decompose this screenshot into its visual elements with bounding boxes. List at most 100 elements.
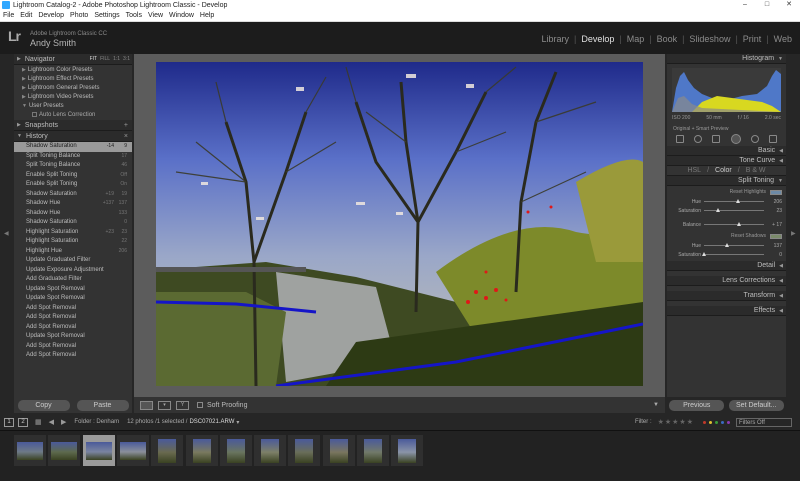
slider-knob[interactable]	[702, 252, 706, 256]
history-item[interactable]: Shadow Saturation 0	[14, 218, 132, 228]
lens-corrections-header[interactable]: Lens Corrections ◀	[667, 276, 786, 286]
tab-color[interactable]: Color	[715, 167, 732, 174]
menu-settings[interactable]: Settings	[94, 12, 119, 19]
close-button[interactable]: ✕	[778, 0, 800, 10]
selected-filename[interactable]: DSC07021.ARW	[189, 419, 234, 425]
soft-proofing-checkbox[interactable]	[197, 402, 203, 408]
clear-history-button[interactable]: ×	[124, 133, 128, 140]
detail-header[interactable]: Detail ◀	[667, 261, 786, 271]
filmstrip-thumbnail[interactable]	[219, 435, 252, 466]
color-label-filter[interactable]	[721, 420, 724, 424]
slider-track[interactable]	[704, 222, 764, 226]
menu-edit[interactable]: Edit	[20, 12, 32, 19]
menu-tools[interactable]: Tools	[126, 12, 142, 19]
preset-folder[interactable]: ▶ Lightroom Effect Presets	[14, 75, 132, 84]
module-web[interactable]: Web	[774, 34, 792, 44]
loupe-view-icon[interactable]	[140, 400, 153, 410]
slider-value[interactable]: 137	[764, 243, 782, 249]
history-item[interactable]: Highlight Hue 206	[14, 247, 132, 257]
histogram[interactable]: ISO 200 50 mm f / 16 2.0 sec	[667, 64, 786, 126]
filmstrip-thumbnail[interactable]	[254, 435, 287, 466]
slider-track[interactable]	[704, 199, 764, 203]
history-item[interactable]: Add Spot Removal	[14, 351, 132, 361]
collapse-right-arrow-icon[interactable]: ▶	[791, 230, 796, 237]
menu-view[interactable]: View	[148, 12, 163, 19]
effects-header[interactable]: Effects ◀	[667, 306, 786, 316]
filename-dropdown-icon[interactable]: ▾	[236, 419, 239, 426]
filmstrip-thumbnail[interactable]	[82, 435, 115, 466]
filmstrip-thumbnail[interactable]	[288, 435, 321, 466]
toolbar-menu-icon[interactable]: ▼	[653, 402, 659, 408]
forward-arrow-icon[interactable]: ▶	[61, 418, 66, 426]
compare-view-icon[interactable]: ▾	[158, 400, 171, 410]
radial-filter-icon[interactable]	[750, 135, 759, 143]
filmstrip-thumbnail[interactable]	[14, 435, 46, 466]
slider-value[interactable]: + 17	[764, 222, 782, 228]
color-label-filter[interactable]	[715, 420, 718, 424]
shadow-saturation-slider[interactable]: Saturation 0	[671, 250, 782, 259]
history-item[interactable]: Update Spot Removal	[14, 332, 132, 342]
module-slideshow[interactable]: Slideshow	[689, 34, 730, 44]
history-item[interactable]: Add Spot Removal	[14, 304, 132, 314]
photo-preview[interactable]	[156, 62, 643, 386]
slider-knob[interactable]	[715, 208, 720, 212]
history-item[interactable]: Split Toning Balance 46	[14, 161, 132, 171]
slider-value[interactable]: 23	[764, 208, 782, 214]
main-screen-button[interactable]: 1	[4, 417, 14, 427]
snapshots-header[interactable]: ▶ Snapshots +	[14, 120, 132, 131]
color-label-filter[interactable]	[727, 420, 730, 424]
filmstrip-thumbnail[interactable]	[151, 435, 184, 466]
back-arrow-icon[interactable]: ◀	[49, 418, 54, 426]
add-snapshot-button[interactable]: +	[124, 122, 128, 129]
menu-file[interactable]: File	[3, 12, 14, 19]
filmstrip-thumbnail[interactable]	[391, 435, 424, 466]
history-item[interactable]: Add Spot Removal	[14, 323, 132, 333]
tone-curve-header[interactable]: Tone Curve ◀	[667, 156, 786, 166]
collapse-left-arrow-icon[interactable]: ◀	[4, 230, 9, 237]
histogram-header[interactable]: Histogram ▼	[667, 54, 786, 64]
spot-removal-icon[interactable]	[694, 135, 703, 143]
before-after-icon[interactable]: Y	[176, 400, 189, 410]
module-library[interactable]: Library	[541, 34, 569, 44]
shadow-hue-slider[interactable]: Hue 137	[671, 241, 782, 250]
left-panel-edge[interactable]: ◀	[0, 54, 14, 413]
color-label-filter[interactable]	[703, 420, 706, 424]
basic-header[interactable]: Basic ◀	[667, 146, 786, 156]
preset-folder[interactable]: ▶ Lightroom Color Presets	[14, 66, 132, 75]
slider-knob[interactable]	[736, 199, 741, 203]
module-book[interactable]: Book	[657, 34, 678, 44]
rating-filter-stars[interactable]: ★★★★★	[658, 418, 694, 426]
history-item[interactable]: Split Toning Balance 17	[14, 152, 132, 162]
history-item[interactable]: Highlight Saturation 22	[14, 237, 132, 247]
minimize-button[interactable]: –	[734, 0, 756, 10]
highlight-hue-slider[interactable]: Hue 206	[671, 197, 782, 206]
maximize-button[interactable]: □	[756, 0, 778, 10]
history-header[interactable]: ▼ History ×	[14, 131, 132, 142]
menu-photo[interactable]: Photo	[70, 12, 88, 19]
balance-slider[interactable]: Balance + 17	[671, 220, 782, 229]
slider-track[interactable]	[704, 208, 764, 212]
slider-knob[interactable]	[736, 222, 741, 226]
transform-header[interactable]: Transform ◀	[667, 291, 786, 301]
slider-value[interactable]: 206	[764, 199, 782, 205]
set-default-button[interactable]: Set Default...	[728, 399, 784, 411]
slider-track[interactable]	[704, 243, 764, 247]
previous-button[interactable]: Previous	[669, 399, 725, 411]
shadows-color-swatch[interactable]	[770, 234, 782, 239]
navigator-header[interactable]: ▶ Navigator FIT FILL 1:1 3:1	[14, 54, 132, 65]
history-item[interactable]: Update Exposure Adjustment	[14, 266, 132, 276]
tab-bw[interactable]: B & W	[746, 167, 766, 174]
filmstrip-thumbnail[interactable]	[48, 435, 81, 466]
highlight-saturation-slider[interactable]: Saturation 23	[671, 206, 782, 215]
color-label-filter[interactable]	[709, 420, 712, 424]
right-panel-edge[interactable]: ▶	[786, 54, 800, 413]
preset-folder[interactable]: ▶ Lightroom General Presets	[14, 84, 132, 93]
menu-help[interactable]: Help	[200, 12, 214, 19]
history-item[interactable]: Update Spot Removal	[14, 285, 132, 295]
history-item[interactable]: Shadow Hue +137 137	[14, 199, 132, 209]
preset-folder[interactable]: ▼ User Presets	[14, 102, 132, 111]
menu-window[interactable]: Window	[169, 12, 194, 19]
slider-track[interactable]	[702, 252, 764, 256]
zoom-1-1[interactable]: 1:1	[113, 56, 120, 62]
tab-hsl[interactable]: HSL	[687, 167, 701, 174]
